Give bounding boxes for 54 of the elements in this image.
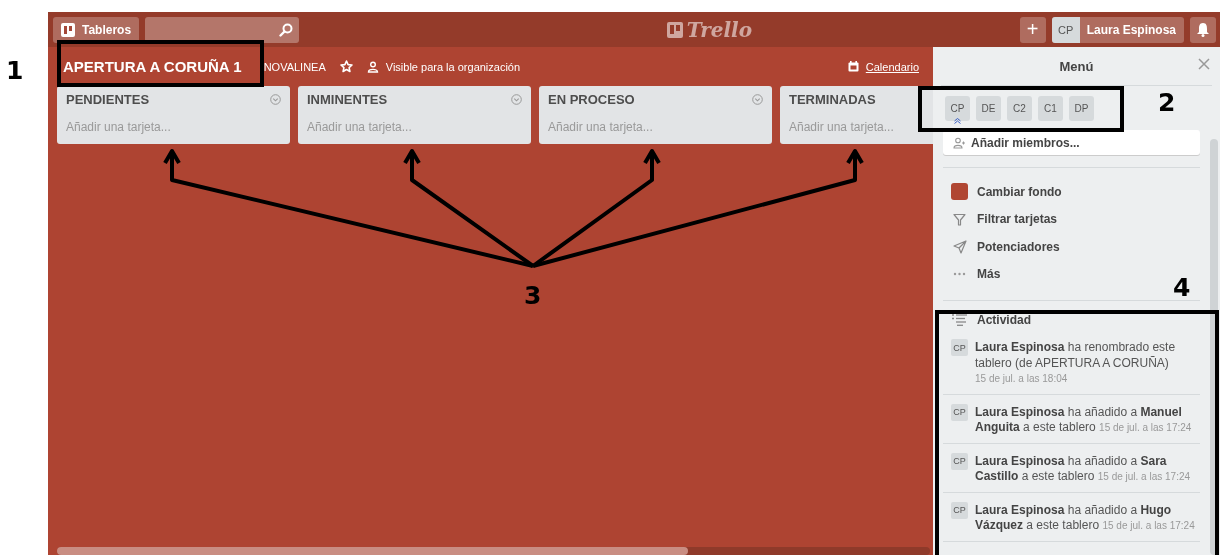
search-field[interactable] xyxy=(145,16,300,43)
add-button[interactable]: + xyxy=(1019,16,1046,43)
people-icon xyxy=(366,60,379,73)
activity-text: Laura Espinosa ha añadido a Manuel Anguita a este tablero 15 de jul. a las 17:24 xyxy=(975,404,1193,436)
activity-text: Laura Espinosa ha añadido a Sara Castillo a este tablero 15 de jul. a las 17:24 xyxy=(975,453,1192,485)
list-icon xyxy=(952,314,967,326)
rocket-icon xyxy=(952,239,967,254)
member-avatar[interactable]: CP xyxy=(951,339,968,356)
callout-number: 1 xyxy=(6,56,24,85)
scrollbar[interactable] xyxy=(1210,139,1218,555)
section-title: Actividad xyxy=(977,313,1031,327)
callout-number: 4 xyxy=(1173,273,1191,302)
list-title[interactable]: TERMINADAS xyxy=(789,92,876,107)
calendar-link[interactable]: Calendario xyxy=(865,60,919,73)
member-avatar[interactable]: CP xyxy=(951,452,968,470)
trello-logo[interactable]: Trello xyxy=(666,17,752,42)
bell-icon xyxy=(1196,22,1210,37)
star-icon[interactable] xyxy=(339,60,353,73)
menu-item[interactable]: Cambiar fondo xyxy=(977,184,1062,199)
callout-number: 2 xyxy=(1158,88,1176,117)
filter-icon xyxy=(953,212,966,226)
menu-title: Menú xyxy=(1059,58,1094,74)
menu-item[interactable]: Potenciadores xyxy=(977,239,1060,254)
more-icon xyxy=(953,272,966,277)
search-icon xyxy=(279,22,294,37)
member-avatar[interactable]: C1 xyxy=(1038,96,1063,121)
member-avatar[interactable]: CP xyxy=(945,96,970,121)
member-avatar[interactable]: DE xyxy=(976,96,1001,121)
calendar-icon xyxy=(847,61,859,72)
member-avatar[interactable]: C2 xyxy=(1007,96,1032,121)
close-icon[interactable] xyxy=(1198,58,1210,70)
user-button[interactable]: CP Laura Espinosa xyxy=(1051,16,1184,43)
visibility-button[interactable]: Visible para la organización xyxy=(385,60,521,73)
callout-number: 3 xyxy=(524,281,542,310)
activity-text: Laura Espinosa ha añadido a Hugo Vázquez a este tablero 15 de jul. a las 17:24 xyxy=(975,502,1196,534)
person-add-icon xyxy=(953,136,965,149)
list-title[interactable]: EN PROCESO xyxy=(548,92,635,107)
member-avatar[interactable]: CP xyxy=(951,403,968,421)
team-link[interactable]: NOVALINEA xyxy=(263,60,326,73)
list-title[interactable]: PENDIENTES xyxy=(66,92,150,107)
member-avatar[interactable]: DP xyxy=(1069,96,1094,121)
boards-icon xyxy=(666,21,683,38)
menu-item[interactable]: Filtrar tarjetas xyxy=(977,212,1058,227)
activity-text: Laura Espinosa ha renombrado este tablero (de APERTURA A CORUÑA) 15 de jul. a las 18:04 xyxy=(975,340,1177,386)
add-members-button[interactable]: Añadir miembros... xyxy=(943,130,1200,155)
menu-item[interactable]: Más xyxy=(977,267,1001,282)
board-title[interactable]: APERTURA A CORUÑA 1 xyxy=(57,58,246,75)
scrollbar-thumb[interactable] xyxy=(57,547,688,555)
member-avatar[interactable]: CP xyxy=(951,501,968,519)
boards-button[interactable]: Tableros xyxy=(53,16,140,43)
notifications-button[interactable] xyxy=(1190,16,1216,43)
background-swatch[interactable] xyxy=(951,183,968,201)
list-title[interactable]: INMINENTES xyxy=(307,92,388,107)
boards-icon xyxy=(61,22,75,37)
